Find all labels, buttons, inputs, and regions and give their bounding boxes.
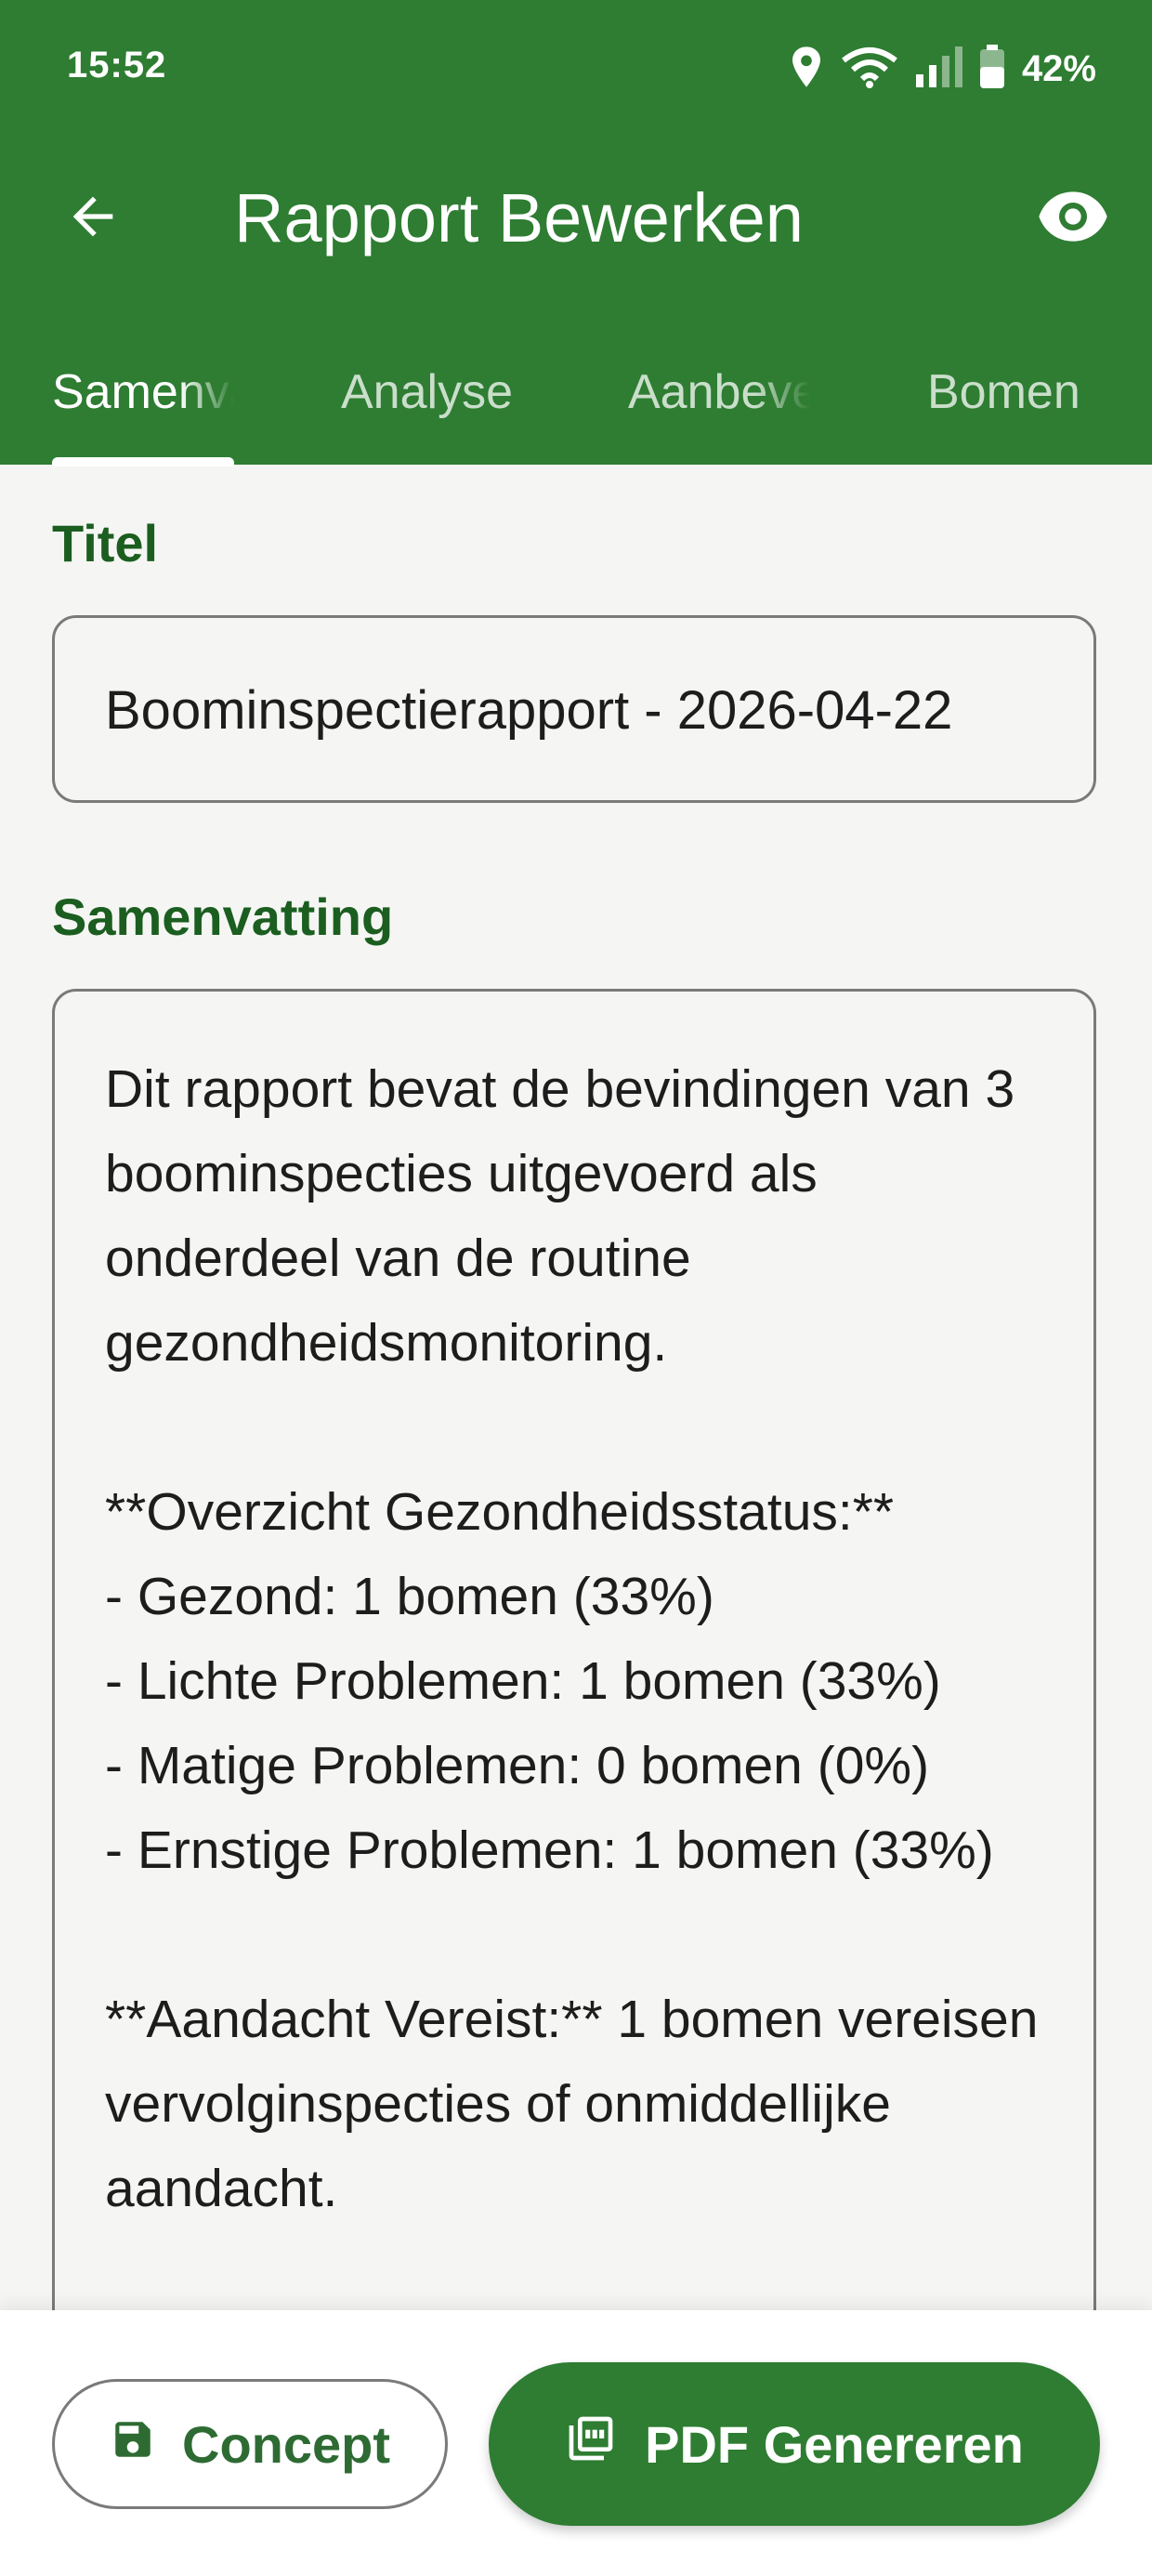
pdf-icon (565, 2412, 617, 2477)
title-field[interactable]: Boominspectierapport - 2026-04-22 (52, 615, 1096, 803)
tab-aanbevelingen[interactable]: Aanbevelingen (628, 355, 810, 429)
tab-samenvatting[interactable]: Samenvatting (52, 355, 234, 429)
title-bar: Rapport Bewerken (0, 149, 1152, 288)
generate-pdf-label: PDF Genereren (645, 2414, 1024, 2474)
tab-bar: Samenvatting Analyse Aanbevelingen Bomen (0, 335, 1152, 465)
app-header: 15:52 42% Rapport Bewerken Samenv Analys… (0, 0, 1152, 467)
summary-label: Samenvatting (52, 887, 394, 946)
active-tab-indicator (52, 457, 234, 467)
save-draft-button[interactable]: Concept (52, 2379, 448, 2509)
generate-pdf-button[interactable]: PDF Genereren (489, 2362, 1100, 2526)
wifi-icon (842, 46, 897, 93)
status-time: 15:52 (67, 45, 167, 85)
status-icons: 42% (788, 43, 1096, 95)
title-label: Titel (52, 514, 159, 572)
summary-field-value: Dit rapport bevat de bevindingen van 3 b… (105, 1059, 1039, 2218)
signal-icon (914, 46, 962, 92)
title-field-value: Boominspectierapport - 2026-04-22 (105, 680, 953, 741)
summary-field[interactable]: Dit rapport bevat de bevindingen van 3 b… (52, 989, 1096, 2383)
battery-level: 42% (1021, 47, 1096, 89)
eye-icon (1036, 189, 1110, 249)
battery-icon (979, 44, 1005, 94)
back-button[interactable] (56, 181, 130, 256)
preview-button[interactable] (1031, 181, 1115, 256)
tab-analyse[interactable]: Analyse (341, 355, 513, 429)
save-icon (110, 2414, 156, 2475)
bottom-action-bar: Concept PDF Genereren (0, 2310, 1152, 2576)
back-arrow-icon (63, 187, 123, 251)
save-draft-label: Concept (182, 2414, 390, 2474)
tab-bomen[interactable]: Bomen (927, 355, 1080, 429)
location-icon (788, 45, 825, 94)
page-title: Rapport Bewerken (234, 179, 804, 256)
status-bar: 15:52 42% (0, 0, 1152, 139)
